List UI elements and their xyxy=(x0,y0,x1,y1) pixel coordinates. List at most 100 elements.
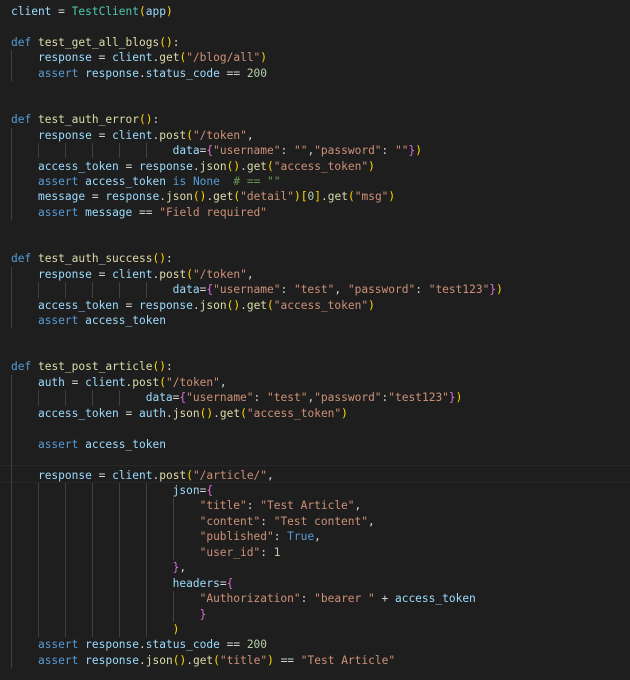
code-line[interactable]: } xyxy=(11,607,207,622)
code-line[interactable]: "content": "Test content", xyxy=(11,514,375,529)
code-token: "Field required" xyxy=(159,205,268,219)
code-token: response xyxy=(37,51,92,65)
code-token: ] xyxy=(314,190,322,204)
code-token: ( xyxy=(267,159,274,173)
code-token: : xyxy=(152,113,160,127)
code-token: # == "" xyxy=(233,174,281,188)
code-token: "Test content" xyxy=(273,514,368,528)
code-token: data xyxy=(172,144,200,158)
code-token: "password" xyxy=(314,391,382,405)
code-token: message xyxy=(37,190,86,204)
code-token: ) xyxy=(496,283,503,297)
code-token: ) xyxy=(341,406,348,420)
code-line[interactable]: "user_id": 1 xyxy=(11,545,281,560)
code-line[interactable]: assert response.json().get("title") == "… xyxy=(11,653,395,668)
code-token: : xyxy=(165,360,173,374)
code-line[interactable]: assert message == "Field required" xyxy=(11,205,267,220)
code-line[interactable]: response = client.post("/token", xyxy=(11,128,254,143)
code-token: "" xyxy=(395,144,409,158)
code-token: "bearer " xyxy=(314,592,375,606)
code-token: def xyxy=(11,35,32,49)
code-line[interactable]: data={"username": "","password": ""}) xyxy=(11,143,422,158)
code-line[interactable]: def test_get_all_blogs(): xyxy=(11,35,179,50)
code-line[interactable]: assert response.status_code == 200 xyxy=(11,66,267,81)
code-token: "/token" xyxy=(192,267,247,281)
code-token: = xyxy=(91,468,113,482)
code-token: 1 xyxy=(273,545,281,559)
code-token: get xyxy=(159,51,180,65)
code-token: access_token xyxy=(394,592,476,606)
code-line[interactable]: ) xyxy=(11,622,180,637)
code-line[interactable]: message = response.json().get("detail")[… xyxy=(11,189,395,204)
code-line[interactable]: assert access_token xyxy=(11,437,166,452)
code-token: test_get_all_blogs xyxy=(37,35,160,49)
code-token: ) xyxy=(368,298,375,312)
code-token: assert xyxy=(37,314,79,327)
code-token: : xyxy=(246,499,261,513)
code-token: : xyxy=(381,144,396,158)
code-token: True xyxy=(287,530,315,544)
code-line[interactable]: "Authorization": "bearer " + access_toke… xyxy=(11,591,476,606)
code-line[interactable]: def test_auth_success(): xyxy=(11,251,173,266)
code-line[interactable]: client = TestClient(app) xyxy=(11,4,173,19)
code-token: "username" xyxy=(213,144,281,158)
code-token: access_token xyxy=(85,437,166,451)
code-line[interactable]: "published": True, xyxy=(11,529,321,544)
code-line[interactable]: access_token = response.json().get("acce… xyxy=(11,159,375,174)
code-token: . xyxy=(240,159,247,173)
code-line[interactable]: "title": "Test Article", xyxy=(11,498,362,513)
code-token: ( xyxy=(159,375,166,389)
code-token: } xyxy=(448,391,456,405)
code-token: () xyxy=(159,35,173,49)
code-token: json xyxy=(165,190,193,204)
code-token: . xyxy=(139,66,146,80)
code-token: None xyxy=(192,174,220,188)
code-line[interactable]: data={"username": "test","password":"tes… xyxy=(11,390,463,405)
code-line[interactable]: headers={ xyxy=(11,576,234,591)
code-token: "access_token" xyxy=(273,298,369,312)
code-line[interactable]: json={ xyxy=(11,483,213,498)
code-token: : xyxy=(273,530,288,544)
code-line[interactable]: data={"username": "test", "password": "t… xyxy=(11,282,503,297)
code-token: assert xyxy=(37,66,79,80)
code-token: ) xyxy=(415,144,423,158)
code-token: , xyxy=(314,530,321,544)
code-line[interactable]: response = client.get("/blog/all") xyxy=(11,50,267,65)
code-token: = xyxy=(219,576,227,590)
code-token: () xyxy=(152,252,166,266)
code-line[interactable]: assert access_token xyxy=(11,313,166,328)
code-line[interactable]: auth = client.post("/token", xyxy=(11,375,227,390)
code-token: message xyxy=(85,205,133,219)
code-token: = xyxy=(64,375,86,389)
code-token: == xyxy=(219,66,247,80)
code-token: "published" xyxy=(199,530,274,544)
code-token: : xyxy=(165,252,173,266)
code-token: auth xyxy=(139,406,166,420)
code-line[interactable]: response = client.post("/article/", xyxy=(11,468,274,483)
code-line[interactable]: assert access_token is None # == "" xyxy=(11,174,281,189)
code-line[interactable]: response = client.post("/token", xyxy=(11,267,254,282)
code-token: post xyxy=(132,375,160,389)
code-line[interactable]: access_token = auth.json().get("access_t… xyxy=(11,406,348,421)
code-token: ) xyxy=(388,190,396,204)
code-token: , xyxy=(219,375,227,389)
code-token: response xyxy=(85,653,140,667)
code-line[interactable]: assert response.status_code == 200 xyxy=(11,637,267,652)
code-editor[interactable]: client = TestClient(app) def test_get_all… xyxy=(0,0,630,680)
code-token: . xyxy=(139,653,146,667)
code-line[interactable]: access_token = response.json().get("acce… xyxy=(11,298,375,313)
code-line[interactable]: }, xyxy=(11,560,187,575)
code-line[interactable]: def test_auth_error(): xyxy=(11,112,159,127)
code-token: "/article/" xyxy=(192,468,268,482)
code-token: json xyxy=(145,653,173,667)
code-token: "content" xyxy=(199,514,261,528)
code-line[interactable]: def test_post_article(): xyxy=(11,359,173,374)
code-token: () xyxy=(139,113,153,127)
code-token: = xyxy=(91,128,113,142)
